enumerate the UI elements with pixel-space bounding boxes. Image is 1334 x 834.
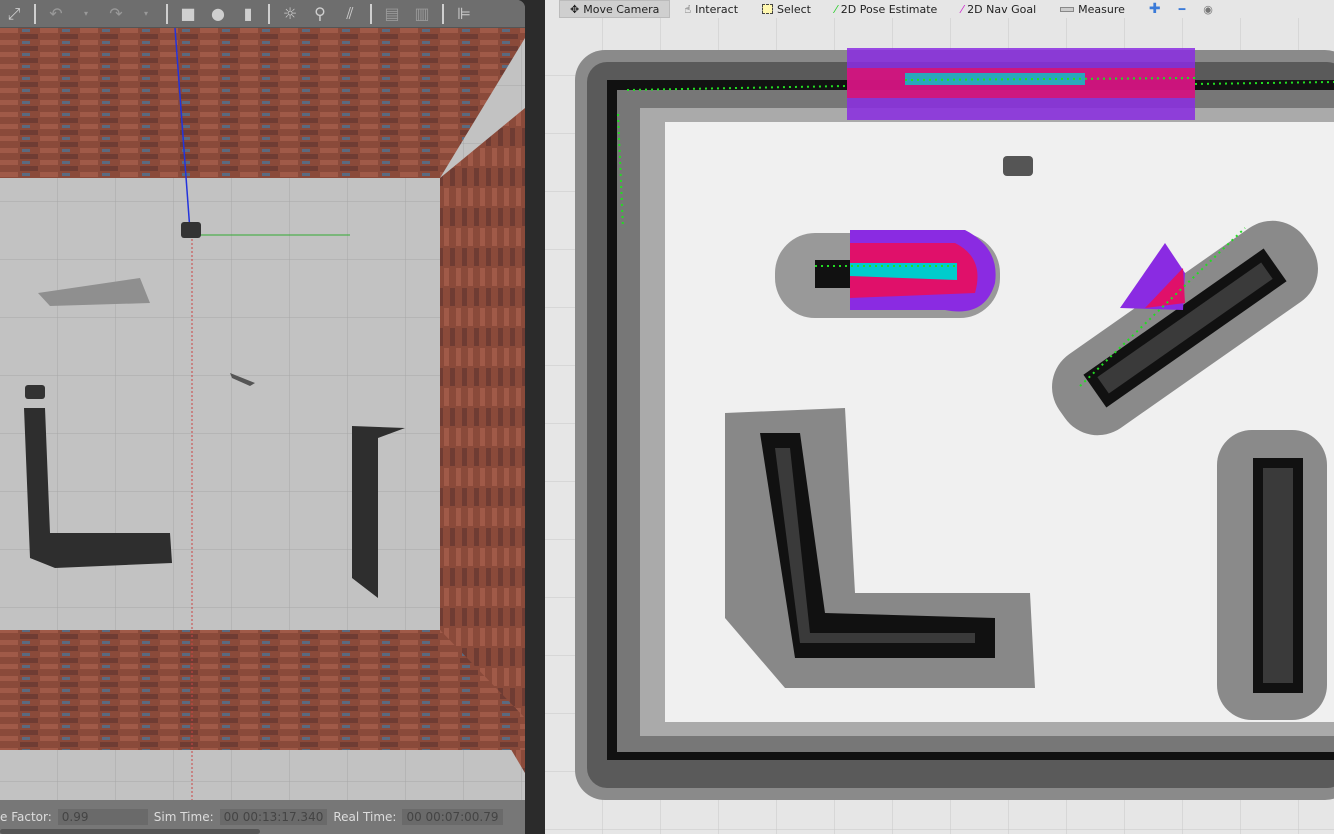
pose-arrow-icon: ⁄: [834, 2, 837, 16]
select-tool[interactable]: Select: [752, 0, 821, 18]
select-icon: [762, 4, 774, 14]
add-tool-button[interactable]: ✚: [1139, 0, 1171, 18]
tool-label: 2D Nav Goal: [967, 2, 1037, 16]
occupancy-map: [575, 50, 1334, 800]
pose-estimate-tool[interactable]: ⁄ 2D Pose Estimate: [825, 0, 947, 18]
point-light-icon[interactable]: ☼: [280, 4, 300, 24]
tool-label: Measure: [1078, 2, 1125, 16]
sim-time-label: Sim Time:: [153, 810, 214, 824]
fullscreen-icon[interactable]: ⤢: [4, 4, 24, 24]
ruler-icon: [1060, 6, 1075, 12]
align-icon[interactable]: ⊫: [454, 4, 474, 24]
gazebo-window: ⤢ ↶ ▾ ↷ ▾ ■ ● ▮ ☼ ⚲ ⫽ ▤ ▥ ⊫ e Factor: 0.99 Sim …: [0, 0, 525, 834]
gazebo-3d-scene[interactable]: [0, 28, 525, 800]
robot-model: [181, 222, 201, 238]
measure-tool[interactable]: Measure: [1050, 0, 1135, 18]
divider: [442, 3, 444, 24]
rtf-label: e Factor:: [0, 810, 52, 824]
divider: [370, 3, 372, 24]
rtf-value: 0.99: [57, 809, 148, 825]
tool-label: Move Camera: [583, 2, 660, 16]
directional-light-icon[interactable]: ⫽: [340, 4, 360, 24]
remove-tool-button[interactable]: ━: [1175, 0, 1190, 18]
paste-icon[interactable]: ▥: [412, 4, 432, 24]
move-camera-tool[interactable]: ✥ Move Camera: [559, 0, 671, 18]
hand-icon: ☝: [684, 2, 692, 16]
robot-marker: [1003, 156, 1033, 176]
goal-arrow-icon: ⁄: [961, 2, 964, 16]
tool-label: Interact: [695, 2, 739, 16]
sim-time-value: 00 00:13:17.340: [219, 809, 328, 825]
divider: [34, 3, 36, 24]
nav-goal-tool[interactable]: ⁄ 2D Nav Goal: [951, 0, 1046, 18]
gazebo-toolbar: ⤢ ↶ ▾ ↷ ▾ ■ ● ▮ ☼ ⚲ ⫽ ▤ ▥ ⊫: [0, 0, 525, 28]
cylinder-icon[interactable]: ▮: [238, 4, 258, 24]
move-camera-icon: ✥: [570, 2, 580, 16]
box-icon[interactable]: ■: [178, 4, 198, 24]
horizontal-scrollbar[interactable]: [0, 829, 260, 834]
copy-icon[interactable]: ▤: [382, 4, 402, 24]
divider: [268, 3, 270, 24]
rviz-toolbar: ✥ Move Camera ☝ Interact Select ⁄ 2D Pose E…: [545, 0, 1334, 18]
tool-label: Select: [777, 2, 811, 16]
north-wall: [0, 28, 525, 178]
splitter[interactable]: [525, 0, 545, 834]
south-wall: [0, 630, 525, 750]
redo-icon[interactable]: ↷: [106, 4, 126, 24]
eye-icon[interactable]: ◉: [1193, 0, 1223, 18]
spot-light-icon[interactable]: ⚲: [310, 4, 330, 24]
divider: [166, 3, 168, 24]
interact-tool[interactable]: ☝ Interact: [674, 0, 748, 18]
redo-dropdown-icon[interactable]: ▾: [136, 4, 156, 24]
real-time-label: Real Time:: [333, 810, 397, 824]
undo-dropdown-icon[interactable]: ▾: [76, 4, 96, 24]
tool-label: 2D Pose Estimate: [840, 2, 938, 16]
undo-icon[interactable]: ↶: [46, 4, 66, 24]
rviz-window: ✥ Move Camera ☝ Interact Select ⁄ 2D Pose E…: [545, 0, 1334, 834]
sphere-icon[interactable]: ●: [208, 4, 228, 24]
rviz-map-view[interactable]: [545, 18, 1334, 834]
real-time-value: 00 00:07:00.79: [402, 809, 503, 825]
